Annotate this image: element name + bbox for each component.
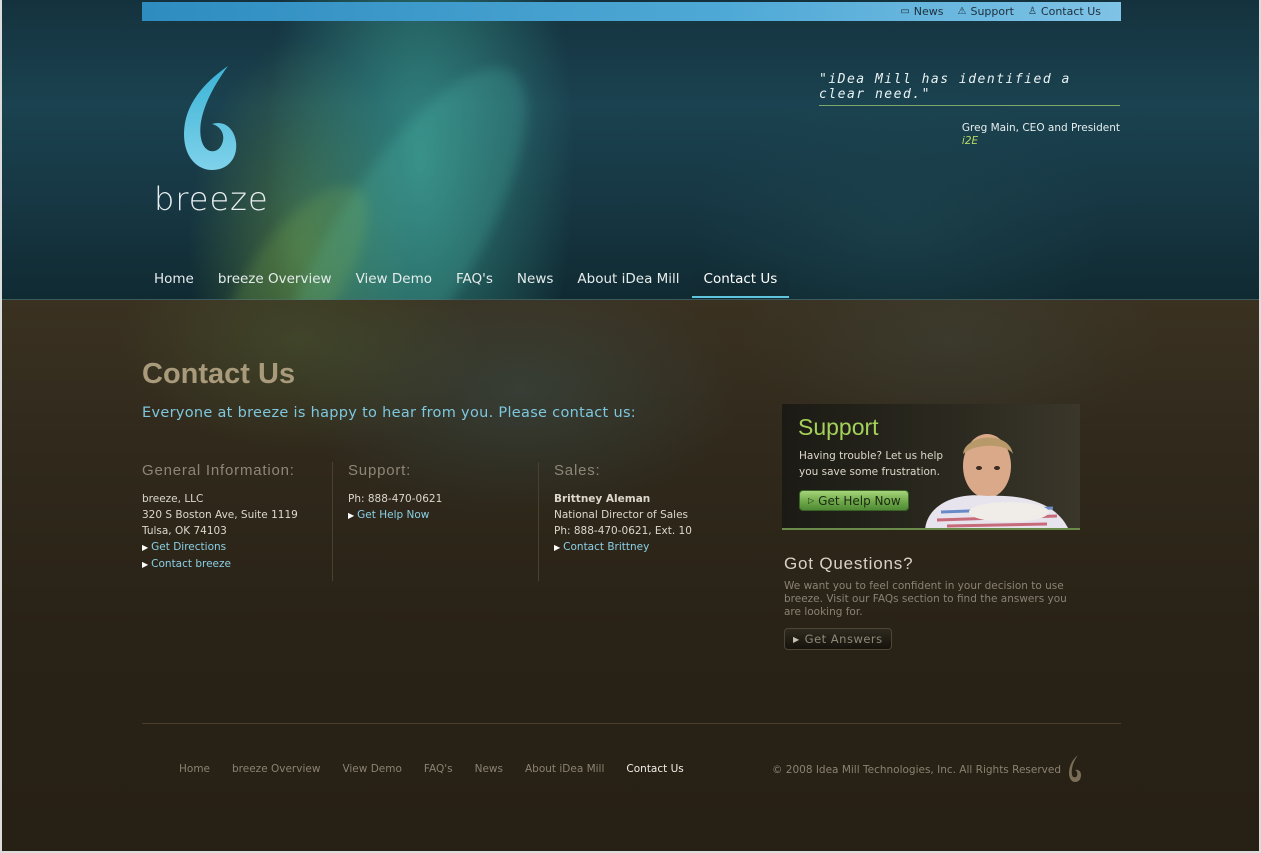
support-promo-title: Support [798, 414, 879, 440]
footer-link-home[interactable]: Home [168, 763, 221, 775]
arrow-right-icon: ▷ [808, 496, 815, 505]
copyright-text: © 2008 Idea Mill Technologies, Inc. All … [771, 764, 1061, 776]
get-answers-button[interactable]: ▶ Get Answers [784, 628, 892, 650]
site-header: ▭ News ⚠ Support ♙ Contact Us breeze "iDea … [0, 0, 1261, 466]
arrow-right-icon: ▶ [142, 543, 149, 552]
get-directions-link[interactable]: ▶ Get Directions [142, 539, 332, 556]
testimonial-quote: "iDea Mill has identified a clear need." [819, 72, 1071, 102]
general-info-line: breeze, LLC [142, 493, 204, 505]
general-info-line: 320 S Boston Ave, Suite 1119 [142, 509, 298, 521]
footer-link-view-demo[interactable]: View Demo [331, 763, 412, 775]
general-info-heading: General Information: [142, 462, 295, 479]
arrow-right-icon: ▶ [793, 634, 800, 644]
support-column: Support: Ph: 888-470-0621 ▶ Get Help Now [348, 462, 538, 524]
arrow-right-icon: ▶ [348, 511, 355, 520]
person-icon: ♙ [1027, 6, 1037, 17]
column-divider [538, 462, 539, 581]
main-nav: Home breeze Overview View Demo FAQ's New… [142, 264, 790, 298]
footer-divider [142, 723, 1121, 724]
breeze-small-logo-icon [1069, 755, 1081, 782]
page-intro: Everyone at breeze is happy to hear from… [142, 405, 636, 421]
general-info-column: General Information: breeze, LLC 320 S B… [142, 462, 332, 573]
arrow-right-icon: ▶ [554, 543, 561, 552]
contact-breeze-link[interactable]: ▶ Contact breeze [142, 556, 332, 573]
got-questions-title: Got Questions? [784, 554, 914, 573]
contact-brittney-link[interactable]: ▶ Contact Brittney [554, 539, 744, 556]
got-questions-text: We want you to feel confident in your de… [784, 580, 1067, 618]
nav-home[interactable]: Home [142, 264, 206, 298]
footer-nav: Home breeze Overview View Demo FAQ's New… [168, 763, 695, 775]
arrow-right-icon: ▶ [142, 560, 149, 569]
testimonial-org: i2E [961, 135, 979, 147]
general-info-line: Tulsa, OK 74103 [142, 525, 227, 537]
utility-bar: ▭ News ⚠ Support ♙ Contact Us [142, 2, 1121, 21]
comment-icon: ▭ [900, 6, 910, 17]
utility-link-support[interactable]: ⚠ Support [958, 5, 1014, 18]
footer-link-faqs[interactable]: FAQ's [413, 763, 464, 775]
sales-contact-name: Brittney Aleman [554, 493, 651, 505]
sales-column: Sales: Brittney Aleman National Director… [554, 462, 744, 556]
testimonial-attribution: Greg Main, CEO and President i2E [962, 122, 1120, 148]
footer-link-breeze-overview[interactable]: breeze Overview [221, 763, 331, 775]
utility-link-contact[interactable]: ♙ Contact Us [1028, 5, 1101, 18]
nav-contact-us[interactable]: Contact Us [691, 264, 790, 298]
nav-breeze-overview[interactable]: breeze Overview [206, 264, 344, 298]
warning-icon: ⚠ [957, 6, 967, 17]
column-divider [332, 462, 333, 581]
footer-link-about[interactable]: About iDea Mill [514, 763, 615, 775]
testimonial-divider [819, 105, 1120, 106]
nav-faqs[interactable]: FAQ's [444, 264, 505, 298]
testimonial-author: Greg Main, CEO and President [961, 122, 1120, 134]
nav-news[interactable]: News [505, 264, 565, 298]
get-help-now-button[interactable]: ▷ Get Help Now [799, 490, 909, 511]
page-title: Contact Us [142, 358, 296, 390]
brand-name: breeze [154, 180, 269, 218]
sales-heading: Sales: [554, 462, 601, 479]
support-promo: Support Having trouble? Let us help you … [782, 404, 1080, 530]
sales-phone: Ph: 888-470-0621, Ext. 10 [554, 525, 692, 537]
sales-contact-title: National Director of Sales [554, 509, 689, 521]
footer-link-contact-us[interactable]: Contact Us [615, 763, 694, 775]
footer-link-news[interactable]: News [464, 763, 514, 775]
support-heading: Support: [348, 462, 412, 479]
nav-about[interactable]: About iDea Mill [565, 264, 691, 298]
support-phone: Ph: 888-470-0621 [348, 493, 443, 505]
support-person-photo [925, 434, 1068, 528]
get-help-now-link[interactable]: ▶ Get Help Now [348, 507, 538, 524]
nav-view-demo[interactable]: View Demo [344, 264, 444, 298]
utility-link-news[interactable]: ▭ News [900, 5, 943, 18]
